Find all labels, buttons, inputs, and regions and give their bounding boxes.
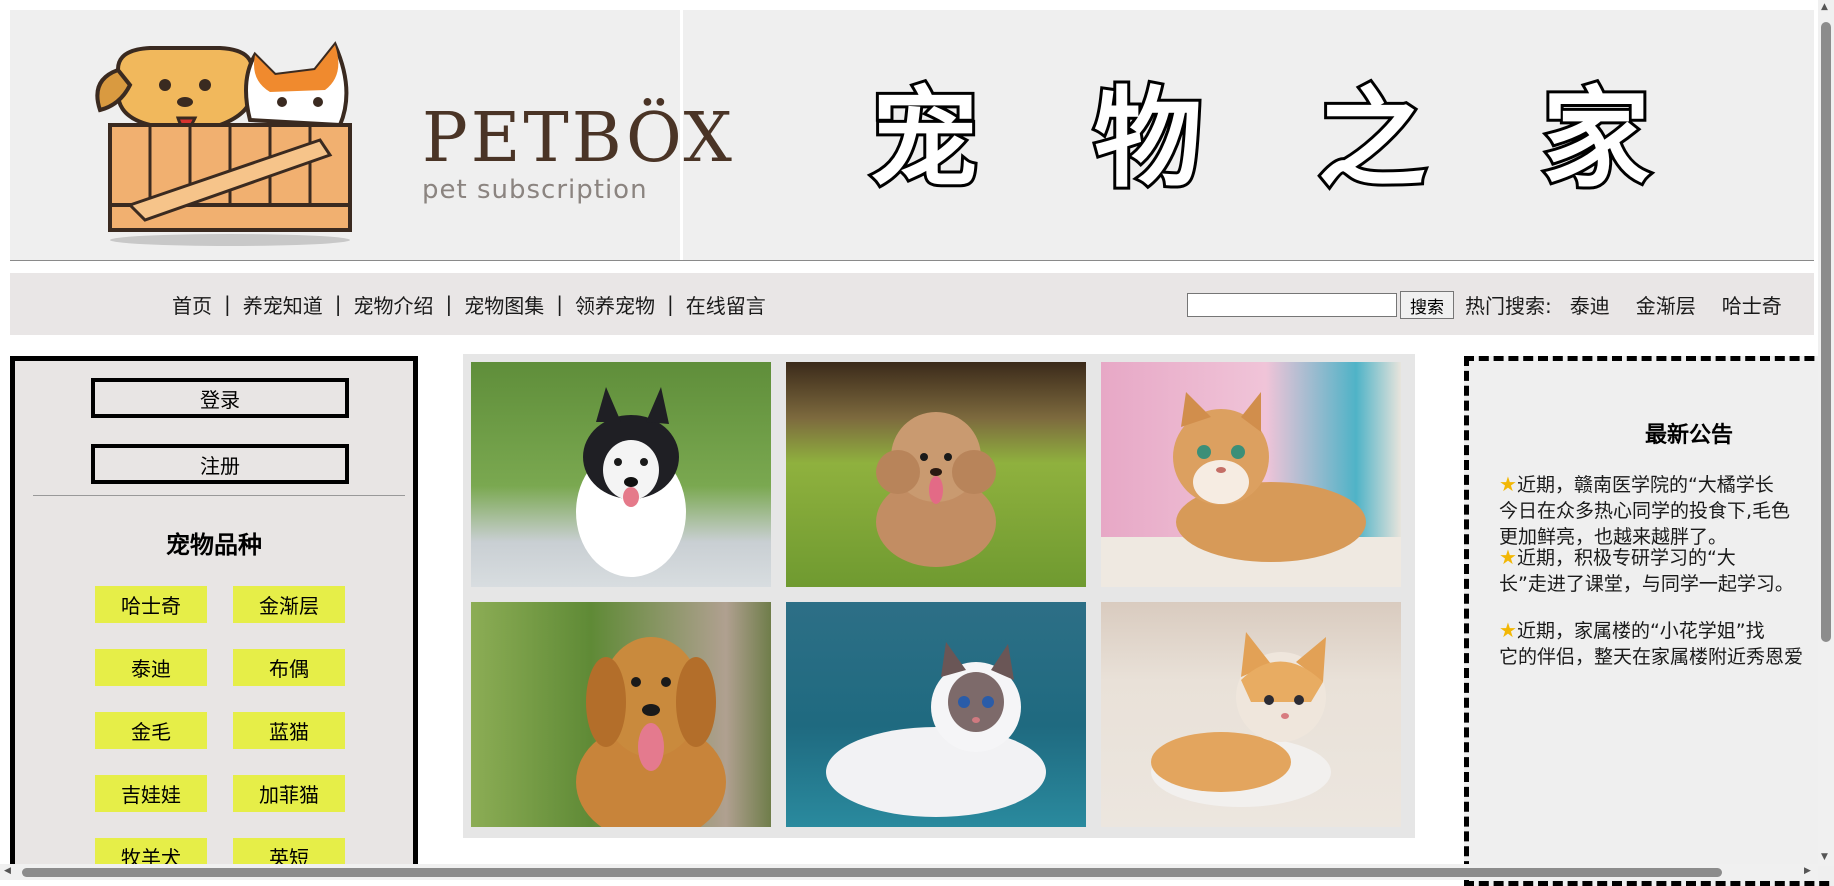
vertical-scrollbar[interactable]: ▲ ▼ xyxy=(1818,0,1834,866)
breed-button[interactable]: 泰迪 xyxy=(95,649,207,686)
ragdoll-cat-photo[interactable] xyxy=(786,602,1086,827)
notice-item: ★近期，家属楼的“小花学姐”找 它的伴侣，整天在家属楼附近秀恩爱 xyxy=(1499,617,1829,670)
breed-button[interactable]: 蓝猫 xyxy=(233,712,345,749)
title-char: 宠 xyxy=(867,77,981,202)
notice-line: 它的伴侣，整天在家属楼附近秀恩爱 xyxy=(1499,646,1804,668)
breed-button[interactable]: 加菲猫 xyxy=(233,775,345,812)
husky-puppy-photo[interactable] xyxy=(471,362,771,587)
login-button[interactable]: 登录 xyxy=(91,378,349,418)
nav-separator: | xyxy=(667,292,674,316)
scroll-right-icon[interactable]: ▶ xyxy=(1804,866,1811,876)
scroll-down-icon[interactable]: ▼ xyxy=(1821,852,1828,862)
title-char: 家 xyxy=(1539,77,1653,202)
nav-link-pet-knowledge[interactable]: 养宠知道 xyxy=(231,290,335,319)
breed-section-title: 宠物品种 xyxy=(166,531,262,559)
nav-separator: | xyxy=(224,292,231,316)
horizontal-scrollbar[interactable]: ◀ ▶ xyxy=(0,864,1818,880)
nav-link-home[interactable]: 首页 xyxy=(160,290,224,319)
hot-search-label: 热门搜索: xyxy=(1465,293,1552,318)
breed-button[interactable]: 布偶 xyxy=(233,649,345,686)
vertical-scroll-thumb[interactable] xyxy=(1821,22,1831,642)
breed-button[interactable]: 吉娃娃 xyxy=(95,775,207,812)
register-button[interactable]: 注册 xyxy=(91,444,349,484)
notice-item: ★近期，赣南医学院的“大橘学长 今日在众多热心同学的投食下,毛色 更加鲜亮，也越… xyxy=(1499,471,1829,550)
golden-retriever-photo[interactable] xyxy=(471,602,771,827)
notice-line: 长”走进了课堂，与同学一起学习。 xyxy=(1499,573,1794,595)
hot-search-item[interactable]: 哈士奇 xyxy=(1722,290,1782,319)
scroll-up-icon[interactable]: ▲ xyxy=(1821,2,1828,12)
pet-gallery xyxy=(463,354,1415,838)
scroll-left-icon[interactable]: ◀ xyxy=(4,866,11,876)
breed-button[interactable]: 金毛 xyxy=(95,712,207,749)
hot-search: 热门搜索: 泰迪 金渐层 哈士奇 xyxy=(1465,273,1782,335)
logo-wordmark: PETBÖX xyxy=(422,99,735,178)
site-title: 宠 物 之 家 xyxy=(867,70,1653,210)
petbox-logo[interactable]: PETBÖX pet subscription xyxy=(50,10,732,260)
divider xyxy=(33,495,405,496)
orange-kitten-photo[interactable] xyxy=(1101,602,1401,827)
notice-line: 近期，积极专研学习的“大 xyxy=(1516,547,1736,569)
star-icon: ★ xyxy=(1499,472,1517,496)
nav-link-pet-intro[interactable]: 宠物介绍 xyxy=(342,290,446,319)
main-nav: 首页 | 养宠知道 | 宠物介绍 | 宠物图集 | 领养宠物 | 在线留言 搜索 热门搜索… xyxy=(10,273,1814,335)
nav-links: 首页 | 养宠知道 | 宠物介绍 | 宠物图集 | 领养宠物 | 在线留言 xyxy=(160,273,778,335)
nav-link-adopt[interactable]: 领养宠物 xyxy=(563,290,667,319)
nav-link-message[interactable]: 在线留言 xyxy=(674,290,778,319)
notice-board: 最新公告 ★近期，赣南医学院的“大橘学长 今日在众多热心同学的投食下,毛色 更加… xyxy=(1464,356,1834,886)
nav-separator: | xyxy=(556,292,563,316)
golden-cat-photo[interactable] xyxy=(1101,362,1401,587)
star-icon: ★ xyxy=(1499,618,1517,642)
breed-list: 哈士奇 金渐层 泰迪 布偶 金毛 蓝猫 吉娃娃 加菲猫 牧羊犬 英短 xyxy=(95,586,345,875)
breed-button[interactable]: 哈士奇 xyxy=(95,586,207,623)
search-input[interactable] xyxy=(1187,293,1397,317)
page-header: PETBÖX pet subscription 宠 物 之 家 xyxy=(10,10,1814,261)
search-button[interactable]: 搜索 xyxy=(1400,291,1454,319)
logo-tagline: pet subscription xyxy=(422,175,648,205)
notice-line: 近期，赣南医学院的“大橘学长 xyxy=(1516,474,1774,496)
poodle-photo[interactable] xyxy=(786,362,1086,587)
star-icon: ★ xyxy=(1499,545,1517,569)
nav-separator: | xyxy=(334,292,342,316)
breed-button[interactable]: 金渐层 xyxy=(233,586,345,623)
left-sidebar: 登录 注册 宠物品种 哈士奇 金渐层 泰迪 布偶 金毛 蓝猫 吉娃娃 加菲猫 牧… xyxy=(10,356,418,876)
title-char: 之 xyxy=(1315,77,1429,202)
notice-item: ★近期，积极专研学习的“大 长”走进了课堂，与同学一起学习。 xyxy=(1499,544,1829,597)
notice-title: 最新公告 xyxy=(1644,423,1733,448)
pet-box-logo-icon xyxy=(95,41,352,246)
notice-line: 今日在众多热心同学的投食下,毛色 xyxy=(1499,500,1791,522)
hot-search-item[interactable]: 金渐层 xyxy=(1636,290,1696,319)
hot-search-item[interactable]: 泰迪 xyxy=(1570,290,1610,319)
horizontal-scroll-thumb[interactable] xyxy=(22,868,1722,877)
title-char: 物 xyxy=(1091,77,1205,202)
nav-link-pet-gallery[interactable]: 宠物图集 xyxy=(452,290,556,319)
notice-line: 近期，家属楼的“小花学姐”找 xyxy=(1516,620,1765,642)
nav-separator: | xyxy=(445,292,453,316)
